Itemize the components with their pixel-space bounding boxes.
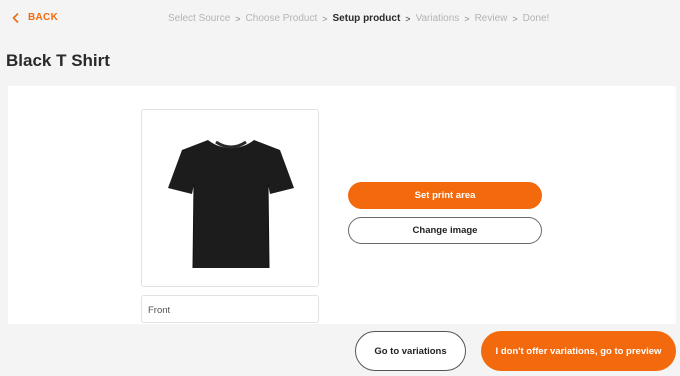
go-to-variations-button[interactable]: Go to variations bbox=[355, 331, 466, 371]
step-separator-icon: > bbox=[322, 13, 328, 24]
step-setup-product: Setup product bbox=[332, 13, 401, 24]
no-variations-preview-button[interactable]: I don't offer variations, go to preview bbox=[481, 331, 676, 371]
wizard-steps: Select Source > Choose Product > Setup p… bbox=[168, 13, 549, 24]
step-done: Done! bbox=[522, 13, 550, 24]
image-label-field[interactable]: Front bbox=[141, 295, 319, 323]
step-separator-icon: > bbox=[464, 13, 470, 24]
back-button[interactable]: BACK bbox=[12, 12, 58, 23]
step-separator-icon: > bbox=[235, 13, 241, 24]
step-separator-icon: > bbox=[512, 13, 518, 24]
product-setup-panel bbox=[8, 86, 676, 324]
back-label: BACK bbox=[28, 12, 59, 23]
product-image-card bbox=[141, 109, 319, 287]
top-bar: BACK Select Source > Choose Product > Se… bbox=[0, 0, 680, 38]
tshirt-image bbox=[168, 140, 294, 269]
page-title: Black T Shirt bbox=[6, 51, 110, 70]
step-variations: Variations bbox=[415, 13, 460, 24]
change-image-button[interactable]: Change image bbox=[348, 217, 542, 244]
chevron-left-icon bbox=[12, 12, 19, 23]
set-print-area-button[interactable]: Set print area bbox=[348, 182, 542, 209]
step-separator-icon: > bbox=[405, 13, 411, 24]
step-choose-product: Choose Product bbox=[245, 13, 318, 24]
step-select-source: Select Source bbox=[168, 13, 231, 24]
step-review: Review bbox=[474, 13, 508, 24]
